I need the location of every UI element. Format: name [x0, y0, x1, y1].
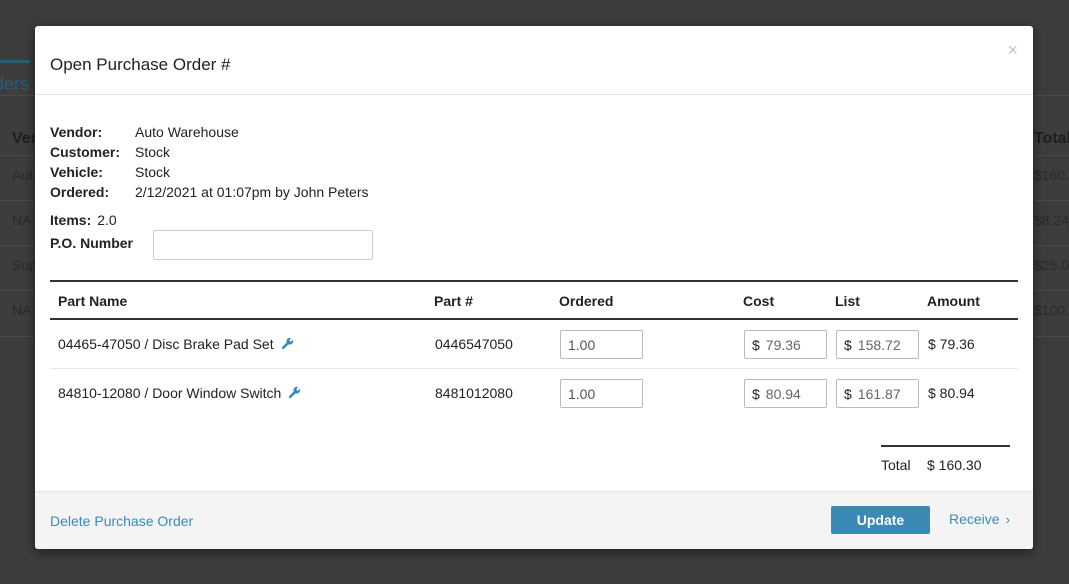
vendor-row: Vendor: Auto Warehouse: [50, 122, 369, 142]
background-row-total: $25.0: [1034, 257, 1069, 273]
vendor-value: Auto Warehouse: [135, 124, 239, 140]
header-cost: Cost: [743, 293, 775, 309]
cost-input[interactable]: $80.94: [744, 379, 827, 408]
modal-header: Open Purchase Order # ×: [35, 26, 1033, 95]
header-amount: Amount: [927, 293, 980, 309]
purchase-order-modal: Open Purchase Order # × Vendor: Auto War…: [35, 26, 1033, 549]
currency-symbol: $: [844, 337, 852, 353]
ordered-label: Ordered:: [50, 184, 110, 200]
background-row-vendor: Sup: [12, 257, 37, 273]
modal-title: Open Purchase Order #: [50, 55, 231, 74]
background-row-total: $100.0: [1034, 302, 1069, 318]
items-value: 2.0: [97, 212, 117, 228]
table-row: 84810-12080 / Door Window Switch 8481012…: [50, 369, 1018, 418]
parts-table: Part Name Part # Ordered Cost List Amoun…: [50, 280, 1018, 418]
amount-cell: $ 79.36: [928, 336, 975, 352]
list-price-input[interactable]: $161.87: [836, 379, 919, 408]
background-tab-indicator: [0, 60, 30, 63]
background-header-total: Total: [1034, 130, 1069, 147]
list-value: 161.87: [857, 386, 901, 402]
vehicle-value: Stock: [135, 164, 171, 180]
background-row-total: $8.24: [1034, 212, 1069, 228]
vendor-label: Vendor:: [50, 124, 103, 140]
customer-value: Stock: [135, 144, 171, 160]
ordered-row: Ordered: 2/12/2021 at 01:07pm by John Pe…: [50, 182, 369, 202]
chevron-right-icon: ›: [1005, 512, 1010, 527]
order-info: Vendor: Auto Warehouse Customer: Stock V…: [50, 122, 369, 202]
vehicle-label: Vehicle:: [50, 164, 103, 180]
po-number-input[interactable]: [153, 230, 373, 260]
po-number-label: P.O. Number: [50, 235, 133, 251]
wrench-icon[interactable]: [281, 337, 294, 350]
part-name: 04465-47050 / Disc Brake Pad Set: [58, 336, 274, 352]
ordered-qty-input[interactable]: 1.00: [560, 379, 643, 408]
receive-label: Receive: [949, 511, 1000, 527]
close-icon[interactable]: ×: [1007, 40, 1018, 61]
header-list: List: [835, 293, 860, 309]
customer-label: Customer:: [50, 144, 121, 160]
currency-symbol: $: [752, 337, 760, 353]
part-name-cell: 04465-47050 / Disc Brake Pad Set: [58, 336, 294, 352]
wrench-icon[interactable]: [288, 386, 301, 399]
background-row-vendor: NA: [12, 212, 32, 228]
total-divider: [881, 445, 1010, 447]
update-button[interactable]: Update: [831, 506, 930, 534]
table-row: 04465-47050 / Disc Brake Pad Set 0446547…: [50, 320, 1018, 369]
header-ordered: Ordered: [559, 293, 614, 309]
currency-symbol: $: [844, 386, 852, 402]
background-row-vendor: Aut: [12, 167, 34, 183]
part-name-cell: 84810-12080 / Door Window Switch: [58, 385, 301, 401]
items-label: Items:: [50, 212, 92, 228]
header-part-name: Part Name: [58, 293, 128, 309]
ordered-value: 2/12/2021 at 01:07pm by John Peters: [135, 184, 369, 200]
total-value: $ 160.30: [927, 457, 982, 473]
cost-value: 80.94: [765, 386, 801, 402]
total-label: Total: [881, 457, 911, 473]
list-price-input[interactable]: $158.72: [836, 330, 919, 359]
ordered-qty-input[interactable]: 1.00: [560, 330, 643, 359]
background-row-vendor: NA: [12, 302, 32, 318]
part-number-cell: 8481012080: [435, 385, 513, 401]
part-number-cell: 0446547050: [435, 336, 513, 352]
currency-symbol: $: [752, 386, 760, 402]
table-header: Part Name Part # Ordered Cost List Amoun…: [50, 280, 1018, 320]
vehicle-row: Vehicle: Stock: [50, 162, 369, 182]
list-value: 158.72: [857, 337, 901, 353]
amount-cell: $ 80.94: [928, 385, 975, 401]
receive-link[interactable]: Receive ›: [949, 511, 1010, 527]
cost-input[interactable]: $79.36: [744, 330, 827, 359]
delete-purchase-order-link[interactable]: Delete Purchase Order: [50, 513, 193, 529]
cost-value: 79.36: [765, 337, 801, 353]
part-name: 84810-12080 / Door Window Switch: [58, 385, 282, 401]
background-tab-orders: ders: [0, 74, 30, 94]
header-part-number: Part #: [434, 293, 473, 309]
items-count: Items: 2.0: [50, 212, 117, 228]
customer-row: Customer: Stock: [50, 142, 369, 162]
background-row-total: $160.3: [1034, 167, 1069, 183]
modal-footer: Delete Purchase Order Update Receive ›: [35, 491, 1033, 549]
